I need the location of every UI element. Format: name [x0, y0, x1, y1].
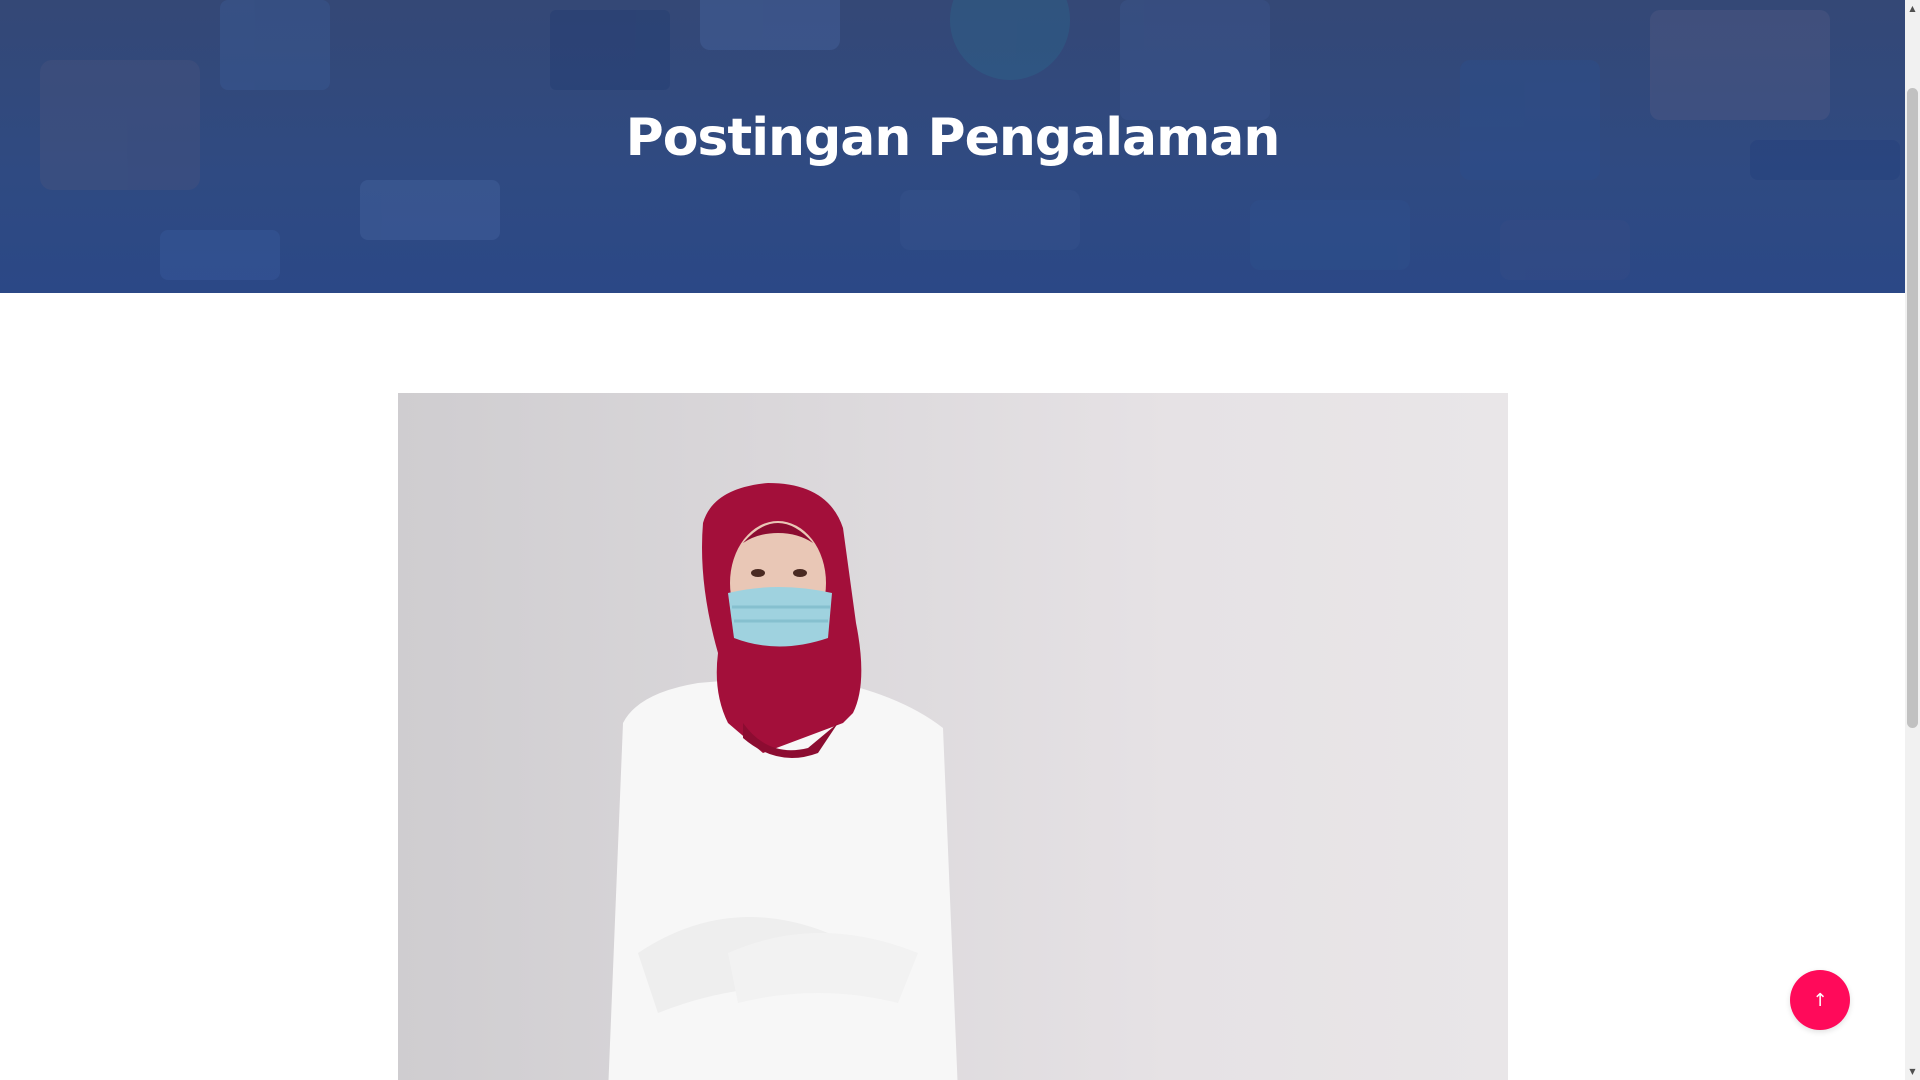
post-featured-image — [398, 393, 1508, 1080]
page-header-banner: Postingan Pengalaman — [0, 0, 1905, 293]
scrollbar-thumb[interactable] — [1907, 88, 1918, 728]
arrow-up-icon: ↑ — [1812, 990, 1828, 1011]
scroll-down-arrow-icon[interactable]: ▼ — [1905, 1063, 1920, 1080]
page-title: Postingan Pengalaman — [625, 108, 1281, 168]
page-scrollbar[interactable]: ▲ ▼ — [1905, 0, 1920, 1080]
back-to-top-button[interactable]: ↑ — [1790, 970, 1850, 1030]
woman-in-hijab-mask-illustration — [608, 483, 958, 1080]
scroll-up-arrow-icon[interactable]: ▲ — [1905, 0, 1920, 17]
page-viewport: Postingan Pengalaman ↑ — [0, 0, 1905, 1080]
